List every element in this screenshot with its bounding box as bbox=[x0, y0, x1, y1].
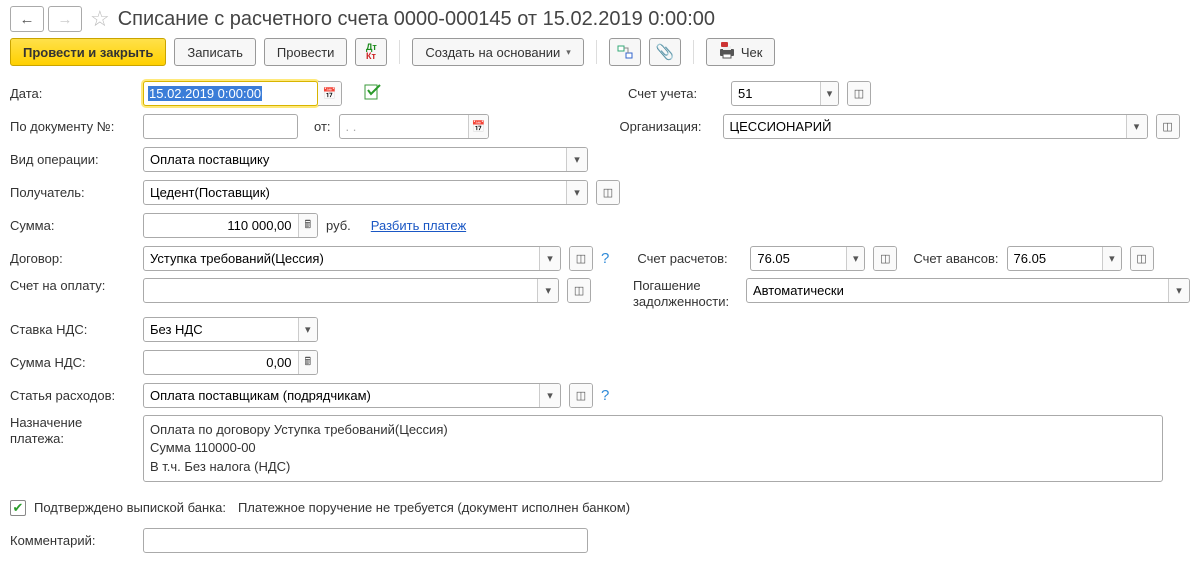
post-button[interactable]: Провести bbox=[264, 38, 348, 66]
purpose-field[interactable]: Оплата по договору Уступка требований(Це… bbox=[143, 415, 1163, 482]
acc-calc-label: Счет расчетов: bbox=[637, 251, 742, 266]
printer-icon bbox=[719, 45, 735, 59]
dropdown-icon[interactable]: ▾ bbox=[846, 247, 864, 270]
open-icon[interactable]: ◫ bbox=[568, 279, 590, 302]
dropdown-icon[interactable]: ▾ bbox=[537, 279, 558, 302]
dtkt-icon: ДтКт bbox=[366, 43, 377, 61]
open-icon[interactable]: ◫ bbox=[570, 247, 592, 270]
help-icon[interactable]: ? bbox=[601, 250, 609, 267]
save-button[interactable]: Записать bbox=[174, 38, 256, 66]
confirmed-label: Подтверждено выпиской банка: bbox=[34, 500, 226, 515]
forward-button[interactable]: → bbox=[48, 6, 82, 32]
op-type-label: Вид операции: bbox=[10, 152, 135, 167]
post-and-close-button[interactable]: Провести и закрыть bbox=[10, 38, 166, 66]
payee-label: Получатель: bbox=[10, 185, 135, 200]
comment-field[interactable] bbox=[143, 528, 588, 553]
doc-no-label: По документу №: bbox=[10, 119, 135, 134]
attachment-button[interactable]: 📎 bbox=[649, 38, 681, 66]
page-title: Списание с расчетного счета 0000-000145 … bbox=[118, 8, 715, 31]
check-button[interactable]: Чек bbox=[706, 38, 776, 66]
confirmed-checkbox[interactable]: ✔ bbox=[10, 500, 26, 516]
separator bbox=[399, 40, 400, 64]
open-icon[interactable]: ◫ bbox=[874, 247, 896, 270]
separator bbox=[596, 40, 597, 64]
op-type-field[interactable]: ▾ bbox=[143, 147, 588, 172]
dropdown-icon[interactable]: ▾ bbox=[298, 318, 317, 341]
toolbar: Провести и закрыть Записать Провести ДтК… bbox=[10, 38, 1190, 66]
open-icon[interactable]: ◫ bbox=[570, 384, 592, 407]
contract-label: Договор: bbox=[10, 251, 135, 266]
vat-sum-field[interactable]: 🖩 bbox=[143, 350, 318, 375]
dropdown-icon[interactable]: ▾ bbox=[820, 82, 838, 105]
dropdown-icon[interactable]: ▾ bbox=[566, 148, 587, 171]
from-label: от: bbox=[314, 119, 331, 134]
vat-rate-field[interactable]: ▾ bbox=[143, 317, 318, 342]
paperclip-icon: 📎 bbox=[655, 43, 674, 61]
expense-field[interactable]: ▾ bbox=[143, 383, 561, 408]
org-label: Организация: bbox=[620, 119, 715, 134]
account-label: Счет учета: bbox=[628, 86, 723, 101]
calendar-icon[interactable]: 📅 bbox=[468, 115, 487, 138]
org-field[interactable]: ▾ bbox=[723, 114, 1148, 139]
favorite-star-icon[interactable]: ☆ bbox=[90, 6, 110, 32]
debt-field[interactable]: ▾ bbox=[746, 278, 1190, 303]
related-button[interactable] bbox=[609, 38, 641, 66]
acc-advance-label: Счет авансов: bbox=[913, 251, 998, 266]
dropdown-icon[interactable]: ▾ bbox=[1168, 279, 1189, 302]
date-label: Дата: bbox=[10, 86, 135, 101]
sum-label: Сумма: bbox=[10, 218, 135, 233]
separator bbox=[693, 40, 694, 64]
invoice-label: Счет на оплату: bbox=[10, 278, 135, 293]
open-icon[interactable]: ◫ bbox=[597, 181, 619, 204]
status-icon bbox=[364, 84, 382, 103]
sum-field[interactable]: 🖩 bbox=[143, 213, 318, 238]
doc-from-field[interactable]: 📅 bbox=[339, 114, 489, 139]
back-button[interactable]: ← bbox=[10, 6, 44, 32]
related-icon bbox=[617, 44, 633, 60]
debt-label: Погашение задолженности: bbox=[633, 278, 738, 309]
payee-field[interactable]: ▾ bbox=[143, 180, 588, 205]
calculator-icon[interactable]: 🖩 bbox=[298, 351, 317, 374]
open-icon[interactable]: ◫ bbox=[848, 82, 870, 105]
expense-label: Статья расходов: bbox=[10, 388, 135, 403]
dropdown-icon[interactable]: ▾ bbox=[539, 247, 560, 270]
dropdown-icon[interactable]: ▾ bbox=[1126, 115, 1147, 138]
date-field[interactable]: 15.02.2019 0:00:00 bbox=[143, 81, 318, 106]
purpose-label: Назначение платежа: bbox=[10, 415, 135, 446]
acc-advance-field[interactable]: ▾ bbox=[1007, 246, 1122, 271]
help-icon[interactable]: ? bbox=[601, 387, 609, 404]
comment-label: Комментарий: bbox=[10, 533, 135, 548]
calculator-icon[interactable]: 🖩 bbox=[298, 214, 317, 237]
movements-button[interactable]: ДтКт bbox=[355, 38, 387, 66]
open-icon[interactable]: ◫ bbox=[1157, 115, 1179, 138]
calendar-icon[interactable]: 📅 bbox=[318, 82, 341, 105]
vat-rate-label: Ставка НДС: bbox=[10, 322, 135, 337]
split-payment-link[interactable]: Разбить платеж bbox=[371, 218, 466, 233]
invoice-field[interactable]: ▾ bbox=[143, 278, 559, 303]
dropdown-icon[interactable]: ▾ bbox=[1102, 247, 1120, 270]
doc-no-field[interactable] bbox=[143, 114, 298, 139]
account-field[interactable]: ▾ bbox=[731, 81, 839, 106]
contract-field[interactable]: ▾ bbox=[143, 246, 561, 271]
pporder-text: Платежное поручение не требуется (докуме… bbox=[238, 500, 630, 515]
vat-sum-label: Сумма НДС: bbox=[10, 355, 135, 370]
dropdown-icon[interactable]: ▾ bbox=[566, 181, 587, 204]
rub-label: руб. bbox=[326, 218, 351, 233]
open-icon[interactable]: ◫ bbox=[1131, 247, 1153, 270]
acc-calc-field[interactable]: ▾ bbox=[750, 246, 865, 271]
dropdown-icon[interactable]: ▾ bbox=[539, 384, 560, 407]
create-based-button[interactable]: Создать на основании▾ bbox=[412, 38, 583, 66]
